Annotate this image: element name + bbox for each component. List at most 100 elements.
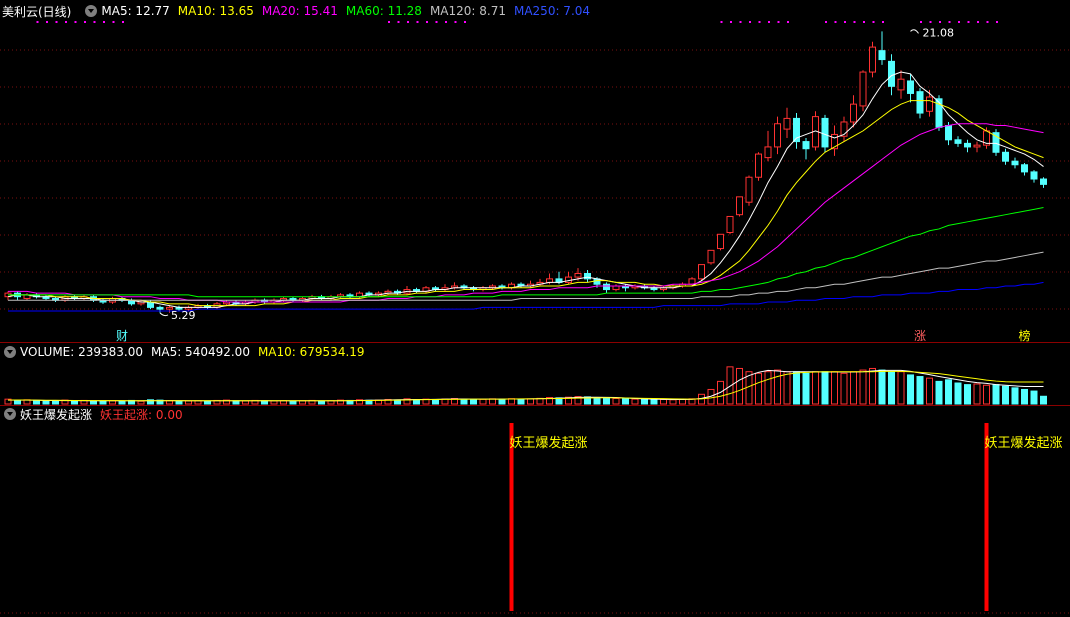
signal-dot — [768, 21, 770, 23]
volume-bar — [42, 400, 50, 405]
volume-bar — [479, 398, 487, 405]
candle-body — [802, 141, 810, 150]
signal-dot — [853, 21, 856, 23]
volume-bar — [137, 400, 145, 405]
volume-bar — [964, 384, 971, 405]
indicator-menu-toggle-icon[interactable] — [4, 408, 16, 420]
volume-readout: VOLUME: 239383.00 — [20, 345, 143, 359]
volume-bar — [850, 371, 857, 405]
volume-bar — [14, 399, 21, 405]
candle-body — [954, 139, 962, 144]
volume-bar — [935, 380, 943, 405]
volume-bar — [470, 398, 477, 405]
signal-dot — [720, 21, 723, 23]
signal-dot — [986, 21, 989, 23]
volume-bar — [593, 397, 601, 405]
volume-header: VOLUME: 239383.00 MA5: 540492.00 MA10: 6… — [0, 342, 373, 362]
signal-dot — [939, 21, 941, 23]
volume-bar — [270, 400, 278, 405]
candle-body — [897, 78, 905, 91]
event-marker: 财 — [116, 329, 128, 342]
signal-dot — [929, 21, 932, 23]
candle-body — [888, 60, 895, 87]
volume-bar — [517, 398, 525, 405]
volume-bar — [954, 382, 962, 405]
high-arrow — [910, 29, 919, 34]
signal-dot — [749, 21, 751, 23]
volume-bar — [992, 384, 1000, 405]
candle-body — [821, 117, 829, 148]
indicator-panel: 妖王爆发起涨 妖王爆发起涨 妖王爆发起涨 妖王起涨: 0.00 — [0, 405, 1070, 617]
signal-bar — [984, 423, 989, 611]
volume-menu-toggle-icon[interactable] — [4, 346, 16, 358]
volume-bar — [318, 400, 325, 405]
candle-body — [612, 285, 620, 291]
volume-bar — [793, 371, 800, 405]
price-menu-toggle-icon[interactable] — [85, 5, 98, 17]
low-arrow — [159, 312, 169, 317]
candle-body — [964, 142, 971, 148]
volume-bar — [660, 398, 667, 405]
volume-bar — [859, 369, 867, 405]
volume-bar — [52, 400, 59, 405]
volume-bar — [869, 367, 876, 405]
candle-body — [156, 306, 164, 310]
ma10-readout: MA10: 13.65 — [177, 4, 254, 18]
candle-body — [850, 103, 857, 123]
volume-bar — [840, 372, 848, 405]
candle-body — [1002, 151, 1009, 162]
volume-bar — [1002, 385, 1009, 405]
ma120-readout: MA120: 8.71 — [429, 4, 506, 18]
volume-bar — [783, 371, 791, 405]
volume-bar — [498, 398, 506, 405]
candle-body — [698, 264, 705, 280]
volume-bar — [983, 384, 990, 405]
signal-dot — [996, 21, 998, 23]
volume-panel: VOLUME: 239383.00 MA5: 540492.00 MA10: 6… — [0, 342, 1070, 405]
signal-dot — [863, 21, 865, 23]
price-panel: 21.08 5.29 财 涨 榜 美利云(日线) MA5: 12.77 MA10: 13… — [0, 0, 1070, 342]
volume-bar — [33, 399, 40, 405]
candle-body — [574, 273, 582, 278]
indicator-value: 妖王起涨: 0.00 — [100, 407, 183, 422]
candle-body — [859, 71, 867, 107]
candle-body — [1011, 160, 1019, 166]
candle-body — [764, 146, 772, 159]
signal-dot — [948, 21, 951, 23]
candle-body — [774, 123, 781, 148]
candle-body — [745, 176, 753, 203]
signal-dot — [882, 21, 884, 23]
indicator-header: 妖王爆发起涨 妖王起涨: 0.00 — [0, 405, 191, 423]
signal-dot — [758, 21, 761, 23]
volume-bar — [432, 398, 439, 405]
candle-body — [1040, 178, 1047, 185]
volume-bar — [204, 400, 211, 405]
signal-dot — [739, 21, 742, 23]
candle-body — [755, 153, 762, 178]
candle-body — [717, 233, 724, 250]
candle-body — [916, 91, 924, 114]
ma60-line — [8, 207, 1044, 298]
ma5-readout: MA5: 12.77 — [101, 4, 170, 18]
volume-bar — [774, 369, 781, 405]
volume-bar — [603, 397, 610, 405]
volume-bar — [897, 371, 905, 405]
volume-bar — [764, 371, 772, 405]
volume-bar — [527, 398, 534, 405]
volume-bar — [821, 371, 829, 405]
ma60-readout: MA60: 11.28 — [345, 4, 422, 18]
candle-body — [783, 117, 791, 130]
volume-bar — [926, 377, 933, 405]
signal-bar — [509, 423, 514, 611]
candle-body — [973, 144, 981, 148]
ma250-line — [8, 281, 1044, 312]
volume-bar — [973, 383, 981, 405]
price-chart: 21.08 5.29 财 涨 榜 — [0, 21, 1070, 342]
volume-bar — [118, 400, 126, 405]
signal-dot — [825, 21, 827, 23]
volume-bar — [622, 398, 629, 405]
ma20-line — [8, 123, 1044, 303]
ma120-line — [8, 251, 1044, 301]
candle-body — [945, 125, 952, 141]
volume-ma10-readout: MA10: 679534.19 — [257, 345, 365, 359]
